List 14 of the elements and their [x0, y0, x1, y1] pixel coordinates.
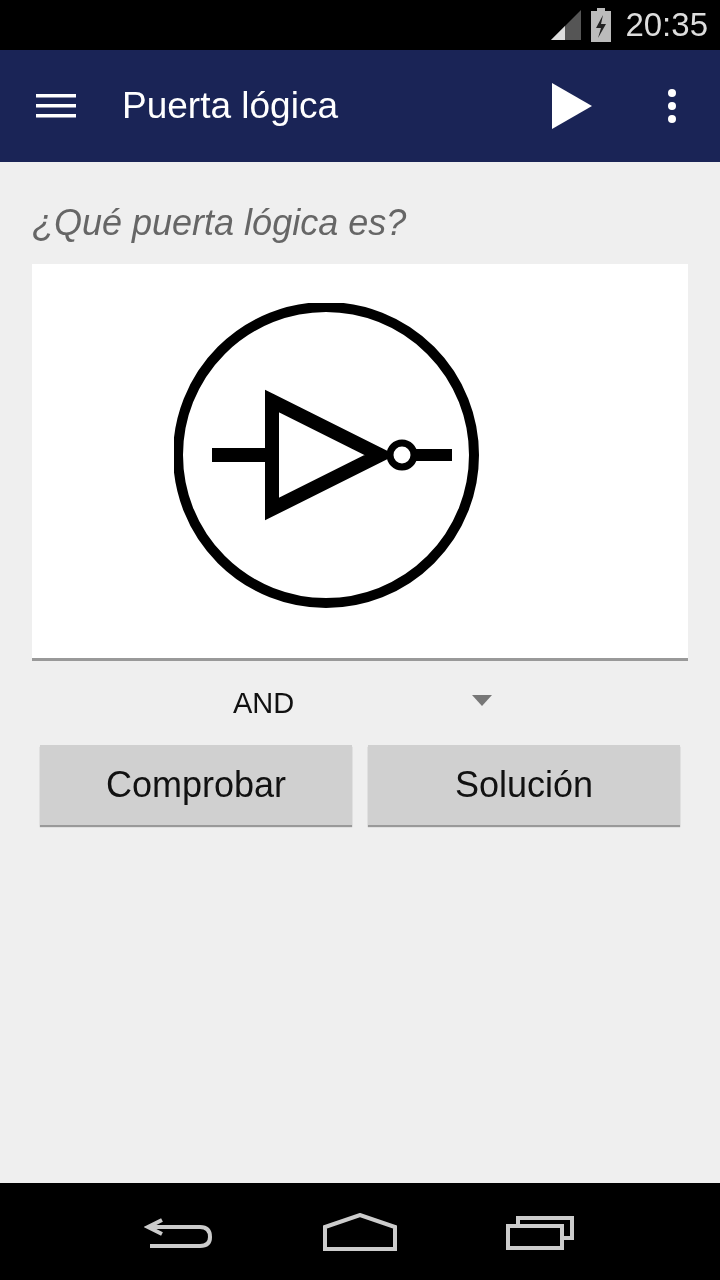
menu-icon[interactable]	[36, 94, 76, 118]
status-time: 20:35	[625, 6, 708, 44]
home-icon[interactable]	[323, 1212, 397, 1251]
signal-icon	[549, 10, 584, 40]
battery-charging-icon	[591, 8, 612, 42]
dropdown-arrow-icon	[472, 695, 492, 706]
more-options-icon[interactable]	[668, 89, 676, 123]
recent-apps-icon[interactable]	[505, 1213, 576, 1250]
play-icon[interactable]	[552, 83, 592, 129]
action-button[interactable]: Comprobar	[40, 745, 352, 825]
question-text: ¿Qué puerta lógica es?	[32, 202, 408, 245]
app-title: Puerta lógica	[122, 85, 339, 127]
action-button[interactable]: Solución	[368, 745, 680, 825]
answer-dropdown[interactable]: AND	[32, 661, 688, 745]
